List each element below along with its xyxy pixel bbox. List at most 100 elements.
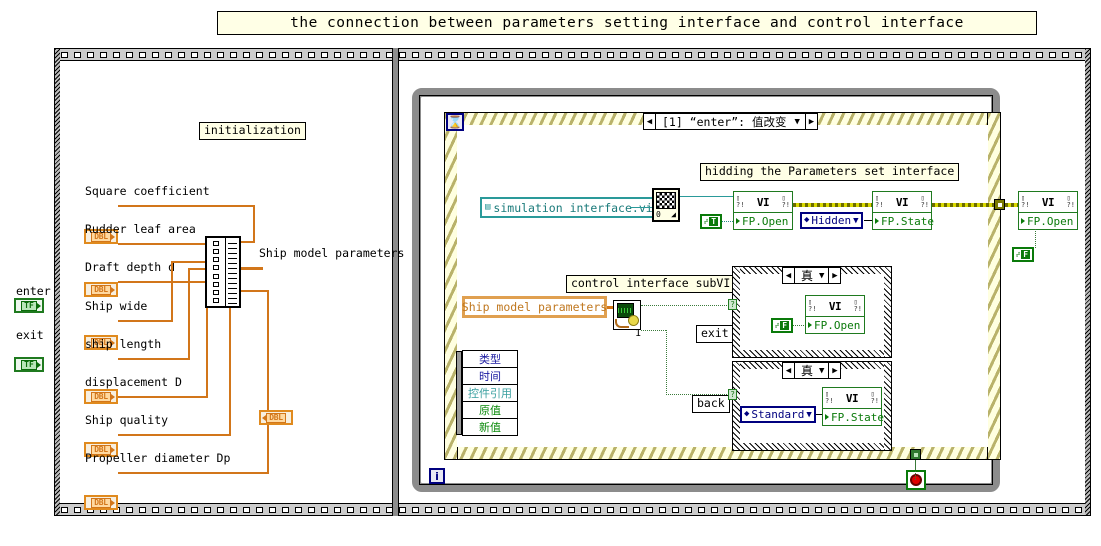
sequence-tab[interactable] bbox=[529, 506, 536, 513]
sequence-tab[interactable] bbox=[165, 506, 172, 513]
sequence-tab[interactable] bbox=[139, 506, 146, 513]
sequence-tab[interactable] bbox=[932, 506, 939, 513]
sequence-tab[interactable] bbox=[867, 51, 874, 58]
fp-open-node-outer[interactable]: ▯?! VI ▯?! FP.Open bbox=[1018, 191, 1078, 230]
sequence-tab[interactable] bbox=[165, 51, 172, 58]
chevron-down-icon[interactable]: ▼ bbox=[819, 366, 828, 376]
sequence-tab[interactable] bbox=[776, 506, 783, 513]
sequence-tab[interactable] bbox=[230, 51, 237, 58]
sequence-tab[interactable] bbox=[399, 506, 406, 513]
bundle-pin[interactable] bbox=[213, 257, 219, 263]
sequence-tab[interactable] bbox=[607, 51, 614, 58]
bundle-pin[interactable] bbox=[213, 240, 219, 246]
sequence-tab[interactable] bbox=[503, 506, 510, 513]
sequence-tab[interactable] bbox=[204, 506, 211, 513]
sequence-tab[interactable] bbox=[1062, 506, 1069, 513]
sequence-tab[interactable] bbox=[542, 51, 549, 58]
sequence-tab[interactable] bbox=[620, 51, 627, 58]
sequence-tab[interactable] bbox=[516, 506, 523, 513]
sequence-tab[interactable] bbox=[256, 506, 263, 513]
sequence-tab[interactable] bbox=[230, 506, 237, 513]
sequence-tab[interactable] bbox=[269, 51, 276, 58]
case-tunnel-exit[interactable]: ? bbox=[728, 299, 737, 310]
sequence-tab[interactable] bbox=[724, 506, 731, 513]
sequence-tab[interactable] bbox=[802, 506, 809, 513]
sequence-tab[interactable] bbox=[685, 506, 692, 513]
sequence-tab[interactable] bbox=[581, 506, 588, 513]
param-terminal-displacement[interactable]: DBL bbox=[84, 495, 118, 510]
sequence-tab[interactable] bbox=[893, 51, 900, 58]
sequence-tab[interactable] bbox=[269, 506, 276, 513]
case-next-button[interactable]: ▶ bbox=[828, 268, 840, 283]
sequence-tab[interactable] bbox=[659, 51, 666, 58]
case-selector-exit[interactable]: ◀ 真 ▼ ▶ bbox=[782, 267, 842, 284]
sequence-tab[interactable] bbox=[126, 51, 133, 58]
sequence-tab[interactable] bbox=[490, 51, 497, 58]
bundle-pin[interactable] bbox=[213, 281, 219, 287]
sequence-tab[interactable] bbox=[308, 506, 315, 513]
sequence-tab[interactable] bbox=[880, 506, 887, 513]
sequence-tab[interactable] bbox=[945, 51, 952, 58]
sequence-tab[interactable] bbox=[724, 51, 731, 58]
sequence-tab[interactable] bbox=[152, 506, 159, 513]
sequence-tab[interactable] bbox=[87, 51, 94, 58]
sequence-tab[interactable] bbox=[61, 506, 68, 513]
sequence-tab[interactable] bbox=[1023, 506, 1030, 513]
sequence-tab[interactable] bbox=[646, 506, 653, 513]
ship-model-parameters-local-variable[interactable]: Ship model parameters bbox=[462, 296, 607, 318]
sequence-tab[interactable] bbox=[61, 51, 68, 58]
sequence-tab[interactable] bbox=[594, 51, 601, 58]
sequence-tab[interactable] bbox=[152, 51, 159, 58]
sequence-tab[interactable] bbox=[516, 51, 523, 58]
sequence-tab[interactable] bbox=[334, 506, 341, 513]
sequence-tab[interactable] bbox=[1036, 51, 1043, 58]
open-vi-reference-node[interactable]: 0 ◢ bbox=[652, 188, 680, 222]
sequence-tab[interactable] bbox=[620, 506, 627, 513]
sequence-tab[interactable] bbox=[542, 506, 549, 513]
event-case-selector[interactable]: ◀ [1] “enter”: 值改变 ▼ ▶ bbox=[643, 113, 818, 130]
sequence-tab[interactable] bbox=[633, 506, 640, 513]
sequence-tab[interactable] bbox=[191, 51, 198, 58]
sequence-tab[interactable] bbox=[698, 506, 705, 513]
property-row[interactable]: FP.Open bbox=[806, 317, 864, 333]
sequence-tab[interactable] bbox=[204, 51, 211, 58]
chevron-down-icon[interactable]: ▼ bbox=[819, 271, 828, 281]
sequence-tab[interactable] bbox=[945, 506, 952, 513]
sequence-tab[interactable] bbox=[867, 506, 874, 513]
property-row[interactable]: FP.Open bbox=[734, 213, 792, 229]
sequence-tab[interactable] bbox=[815, 51, 822, 58]
fp-state-node-1[interactable]: ▯?! VI ▯?! FP.State bbox=[872, 191, 934, 230]
sequence-tab[interactable] bbox=[308, 51, 315, 58]
sequence-tab[interactable] bbox=[568, 506, 575, 513]
sequence-tab[interactable] bbox=[594, 506, 601, 513]
sequence-tab[interactable] bbox=[256, 51, 263, 58]
sequence-tab[interactable] bbox=[412, 51, 419, 58]
sequence-tab[interactable] bbox=[74, 51, 81, 58]
sequence-tab[interactable] bbox=[503, 51, 510, 58]
sequence-tab[interactable] bbox=[958, 506, 965, 513]
sequence-tab[interactable] bbox=[373, 506, 380, 513]
sequence-tab[interactable] bbox=[789, 51, 796, 58]
property-row[interactable]: FP.Open bbox=[1019, 213, 1077, 229]
sequence-tab[interactable] bbox=[971, 51, 978, 58]
sequence-tab[interactable] bbox=[100, 51, 107, 58]
exit-terminal[interactable]: TF bbox=[14, 357, 44, 372]
sequence-tab[interactable] bbox=[906, 51, 913, 58]
event-next-button[interactable]: ▶ bbox=[804, 114, 817, 129]
sequence-tab[interactable] bbox=[282, 51, 289, 58]
sequence-tab[interactable] bbox=[1023, 51, 1030, 58]
sequence-tab[interactable] bbox=[178, 506, 185, 513]
sequence-tab[interactable] bbox=[477, 506, 484, 513]
control-interface-subvi-node[interactable]: 1 bbox=[613, 300, 641, 339]
sequence-tab[interactable] bbox=[126, 506, 133, 513]
sequence-tab[interactable] bbox=[113, 51, 120, 58]
sequence-tab[interactable] bbox=[412, 506, 419, 513]
bundle-pin[interactable] bbox=[213, 290, 219, 296]
sequence-tab[interactable] bbox=[1010, 506, 1017, 513]
sequence-tab[interactable] bbox=[555, 506, 562, 513]
property-row[interactable]: FP.State bbox=[873, 213, 934, 229]
sequence-tab[interactable] bbox=[776, 51, 783, 58]
bool-const-open-false-outer[interactable]: ☍ F bbox=[1012, 247, 1035, 262]
sequence-tab[interactable] bbox=[880, 51, 887, 58]
sequence-tab[interactable] bbox=[607, 506, 614, 513]
